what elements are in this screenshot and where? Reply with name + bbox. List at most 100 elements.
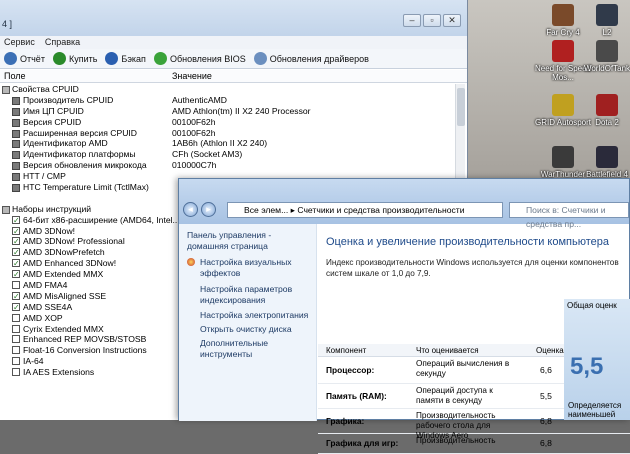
property-icon [12,107,20,116]
property-label: Идентификатор AMD [23,138,108,149]
property-label: Наборы инструкций [12,203,92,214]
driver-update-icon [253,52,267,65]
property-label: Версия обновления микрокода [23,160,147,171]
close-button[interactable]: ✕ [443,14,461,27]
property-row[interactable]: Идентификатор платформы CFh (Socket AM3) [0,149,455,160]
toolbar-button[interactable]: Купить [52,52,97,65]
property-icon [12,140,20,149]
property-label: AMD Extended MMX [23,269,104,280]
property-value: 00100F62h [172,127,216,138]
property-label: AMD 3DNow! [23,225,76,236]
toolbar-button-label: Бэкап [121,53,146,64]
property-value: 1AB6h (Athlon II X2 240) [172,138,268,149]
menu-help[interactable]: Справка [45,36,80,49]
toolbar-button[interactable]: Обновления драйверов [253,52,369,65]
property-value: 010000C7h [172,160,217,171]
column-header: Поле Значение [0,70,467,83]
toolbar-button[interactable]: Бэкап [105,52,146,65]
property-label: IA-64 [23,356,44,367]
property-label: AMD 3DNow! Professional [23,236,125,247]
task-link[interactable]: Панель управления - домашняя страница [187,230,302,251]
unchecked-icon [12,357,20,366]
toolbar-button[interactable]: Отчёт [4,52,45,65]
property-row[interactable]: Производитель CPUID AuthenticAMD [0,95,455,106]
task-link[interactable]: Открыть очистку диска [200,324,315,335]
property-label: Версия CPUID [23,116,82,127]
component-score: 6,6 [540,364,552,375]
section-row[interactable]: Свойства CPUID [0,84,455,95]
buy-icon [52,52,66,65]
property-label: Свойства CPUID [12,84,79,94]
base-score-caption: Определяется наименьшей [568,401,622,419]
window-controls: – ▫ ✕ [403,14,461,27]
game-icon [552,40,574,62]
task-link[interactable]: Настройка параметров индексирования [200,284,315,305]
property-icon [12,118,20,127]
desktop-icon[interactable]: L2 [576,4,630,37]
property-value: 00100F62h [172,116,216,127]
back-button[interactable]: ◂ [183,202,198,217]
toolbar-button-label: Обновления BIOS [169,53,246,64]
property-label: Cyrix Extended MMX [23,323,104,334]
game-icon [552,4,574,26]
column-value[interactable]: Значение [172,70,212,83]
checked-icon: ✓ [12,259,20,269]
report-icon [4,52,17,65]
menu-service[interactable]: Сервис [4,36,35,49]
toolbar-button[interactable]: Обновления BIOS [153,52,246,65]
title-bar: 4 ] – ▫ ✕ [0,0,467,36]
task-link[interactable]: Настройка электропитания [200,310,315,321]
property-row[interactable]: Идентификатор AMD 1AB6h (Athlon II X2 240… [0,138,455,149]
game-icon [596,40,618,62]
game-icon [596,146,618,168]
address-bar[interactable]: Все элем... ▸ Счетчики и средства произв… [227,202,503,218]
unchecked-icon [12,324,20,333]
minimize-button[interactable]: – [403,14,421,27]
property-label: Float-16 Conversion Instructions [23,345,147,356]
base-score-value: 5,5 [570,353,604,380]
property-label: Идентификатор платформы [23,149,136,160]
desktop-icon-label: WorldOfTank [583,64,630,73]
property-row[interactable]: Версия обновления микрокода 010000C7h [0,160,455,171]
component-score: 5,5 [540,390,552,401]
game-icon [596,4,618,26]
component-name: Процессор: [326,364,375,375]
property-icon [12,173,20,182]
address-text: Все элем... ▸ Счетчики и средства произв… [244,205,465,215]
component-name: Графика: [326,415,365,426]
window-title: 4 ] [2,19,13,29]
maximize-button[interactable]: ▫ [423,14,441,27]
forward-button[interactable]: ▸ [201,202,216,217]
explorer-nav-bar: ◂ ▸ Все элем... ▸ Счетчики и средства пр… [179,179,629,229]
component-score: 6,8 [540,438,552,448]
column-field[interactable]: Поле [4,70,26,83]
property-label: HTT / CMP [23,171,66,182]
search-input[interactable]: Поиск в: Счетчики и средства пр... [509,202,629,229]
property-row[interactable]: Имя ЦП CPUID AMD Athlon(tm) II X2 240 Pro… [0,106,455,117]
property-value: CFh (Socket AM3) [172,149,243,160]
game-icon [596,94,618,116]
scrollbar-thumb[interactable] [457,88,465,126]
desktop-icon[interactable]: WorldOfTank [576,40,630,73]
col-score: Оценка [536,346,564,355]
property-icon [12,184,20,193]
desktop-icon[interactable]: Dota 2 [576,94,630,127]
checked-icon: ✓ [12,302,20,312]
desktop-icon-label: Dota 2 [595,118,619,127]
property-value: AuthenticAMD [172,94,227,105]
component-name: Графика для игр: [326,438,399,448]
unchecked-icon [12,346,20,355]
property-row[interactable]: Версия CPUID 00100F62h [0,117,455,128]
page-title: Оценка и увеличение производительности к… [326,236,609,248]
checked-icon: ✓ [12,291,20,301]
base-score-panel: Общая оценк 5,5 Определяется наименьшей [564,299,630,420]
property-icon [12,151,20,160]
unchecked-icon [12,335,20,344]
col-what: Что оценивается [416,346,479,355]
task-link[interactable]: Дополнительные инструменты [200,338,315,359]
desktop-icon[interactable]: Battlefield 4 [576,146,630,179]
task-link[interactable]: Настройка визуальных эффектов [200,257,315,278]
checked-icon: ✓ [12,226,20,236]
property-row[interactable]: Расширенная версия CPUID 00100F62h [0,128,455,139]
backup-icon [105,52,119,65]
